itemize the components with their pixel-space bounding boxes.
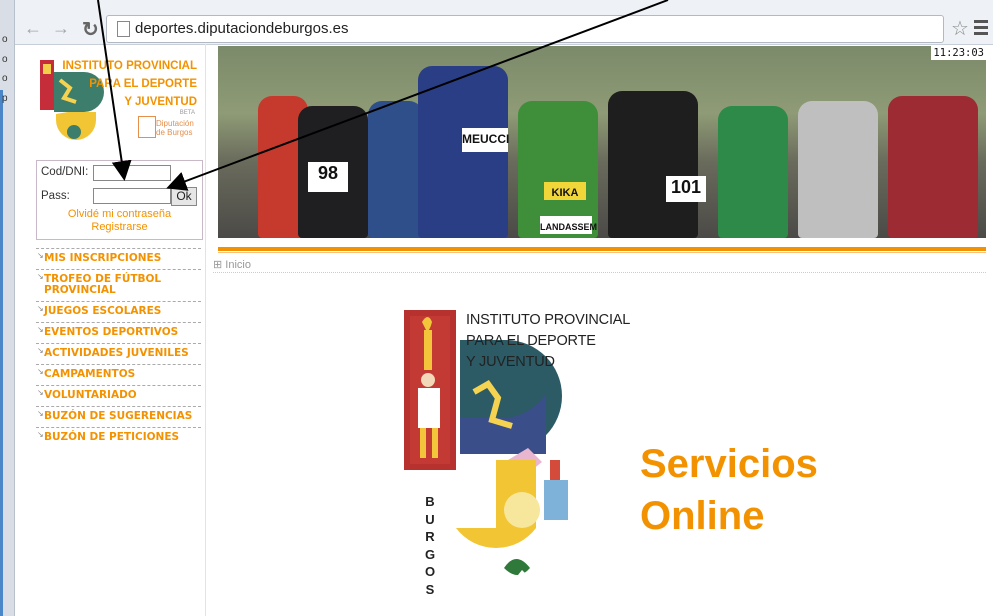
side-menu: ↘ MIS INSCRIPCIONES ↘ TROFEO DE FÚTBOL PRO… — [36, 248, 201, 448]
runner-bib: KIKA — [544, 182, 586, 200]
clock-display: 11:23:03 — [931, 46, 986, 60]
breadcrumb-inicio: Inicio — [225, 259, 251, 271]
menu-item-buzon-sugerencias[interactable]: ↘ BUZÓN DE SUGERENCIAS — [36, 406, 201, 427]
password-input[interactable] — [93, 188, 171, 204]
pass-label: Pass: — [41, 190, 70, 202]
burgos-letter: S — [425, 581, 435, 597]
burgos-letter: G — [424, 546, 436, 562]
forward-arrow-icon[interactable]: → — [52, 18, 70, 39]
forgot-password-link[interactable]: Olvidé mi contraseña — [37, 208, 202, 220]
runner-bib: LANDASSEM — [540, 216, 597, 234]
back-arrow-icon[interactable]: ← — [24, 18, 42, 39]
banner-underline — [218, 247, 986, 251]
breadcrumb[interactable]: ⊞ Inicio — [213, 258, 251, 271]
menu-arrow-icon: ↘ — [37, 325, 44, 334]
breadcrumb-box-icon: ⊞ — [213, 259, 223, 271]
strip-char: o — [2, 73, 8, 84]
runner-figure — [888, 96, 978, 238]
menu-item-label: CAMPAMENTOS — [44, 368, 136, 380]
burgos-letter: B — [425, 494, 435, 509]
ok-button[interactable]: Ok — [171, 187, 197, 206]
menu-item-trofeo-futbol[interactable]: ↘ TROFEO DE FÚTBOL PROVINCIAL — [36, 269, 201, 301]
institute-title-2: PARA EL DEPORTE — [466, 333, 596, 349]
cod-dni-label: Cod/DNI: — [41, 166, 89, 178]
register-link[interactable]: Registrarse — [37, 221, 202, 233]
burgos-vertical-text: B U R G O S — [424, 493, 436, 598]
left-window-strip: o o o p — [0, 0, 15, 616]
left-blue-edge — [0, 90, 3, 616]
column-divider — [205, 44, 206, 616]
de-burgos-text: de Burgos — [156, 128, 193, 137]
online-text: Online — [640, 494, 765, 538]
burgos-letter: U — [425, 511, 435, 527]
reload-icon[interactable]: ↻ — [82, 17, 99, 42]
menu-item-label: TROFEO DE FÚTBOL PROVINCIAL — [44, 273, 162, 296]
menu-arrow-icon: ↘ — [37, 430, 44, 439]
servicios-text: Servicios — [640, 442, 818, 486]
institute-title-1: INSTITUTO PROVINCIAL — [466, 312, 631, 328]
banner-underline-light — [218, 252, 986, 253]
menu-item-label: VOLUNTARIADO — [44, 389, 137, 401]
breadcrumb-divider — [213, 272, 986, 273]
runner-figure — [418, 66, 508, 238]
menu-arrow-icon: ↘ — [37, 251, 44, 260]
menu-item-actividades-juveniles[interactable]: ↘ ACTIVIDADES JUVENILES — [36, 343, 201, 364]
institute-title-3: Y JUVENTUD — [466, 354, 555, 370]
menu-item-label: BUZÓN DE SUGERENCIAS — [44, 410, 193, 422]
runner-bib: 98 — [308, 162, 348, 192]
menu-item-label: MIS INSCRIPCIONES — [44, 252, 162, 264]
menu-item-voluntariado[interactable]: ↘ VOLUNTARIADO — [36, 385, 201, 406]
site-logo[interactable]: INSTITUTO PROVINCIAL PARA EL DEPORTE Y J… — [36, 46, 201, 158]
header-banner-photo: 98 101 MEUCCI KIKA LANDASSEM 11:23:03 — [218, 46, 986, 238]
logo-line-3: Y JUVENTUD — [124, 96, 197, 108]
page-icon — [117, 21, 130, 37]
browser-toolbar: ← → ↻ deportes.diputaciondeburgos.es ☆ — [0, 0, 993, 45]
menu-arrow-icon: ↘ — [37, 304, 44, 313]
url-text: deportes.diputaciondeburgos.es — [135, 20, 349, 37]
menu-item-mis-inscripciones[interactable]: ↘ MIS INSCRIPCIONES — [36, 248, 201, 269]
menu-arrow-icon: ↘ — [37, 272, 44, 281]
logo-line-1: INSTITUTO PROVINCIAL — [62, 60, 197, 72]
menu-item-eventos-deportivos[interactable]: ↘ EVENTOS DEPORTIVOS — [36, 322, 201, 343]
strip-char: o — [2, 34, 8, 45]
runner-figure — [368, 101, 423, 238]
runner-bib: 101 — [666, 176, 706, 202]
menu-item-label: JUEGOS ESCOLARES — [44, 305, 162, 317]
diputacion-text: Diputación — [156, 119, 194, 128]
strip-char: p — [2, 93, 8, 104]
login-box: Cod/DNI: Pass: Ok Olvidé mi contraseña R… — [36, 160, 203, 240]
runner-figure — [798, 101, 878, 238]
menu-item-label: ACTIVIDADES JUVENILES — [44, 347, 189, 359]
menu-arrow-icon: ↘ — [37, 367, 44, 376]
logo-line-2: PARA EL DEPORTE — [89, 78, 197, 90]
menu-item-campamentos[interactable]: ↘ CAMPAMENTOS — [36, 364, 201, 385]
strip-char: o — [2, 54, 8, 65]
menu-arrow-icon: ↘ — [37, 388, 44, 397]
beta-label: BETA — [179, 110, 195, 116]
address-bar[interactable]: deportes.diputaciondeburgos.es — [106, 15, 944, 43]
diputacion-crest-icon — [138, 116, 156, 138]
browser-menu-icon[interactable] — [974, 20, 988, 38]
cod-dni-input[interactable] — [93, 165, 171, 181]
menu-item-juegos-escolares[interactable]: ↘ JUEGOS ESCOLARES — [36, 301, 201, 322]
menu-item-label: BUZÓN DE PETICIONES — [44, 431, 180, 443]
runner-figure — [608, 91, 698, 238]
menu-item-label: EVENTOS DEPORTIVOS — [44, 326, 179, 338]
runner-figure — [718, 106, 788, 238]
bookmark-star-icon[interactable]: ☆ — [951, 16, 969, 41]
diputacion-label: Diputación de Burgos — [156, 119, 194, 137]
menu-arrow-icon: ↘ — [37, 346, 44, 355]
menu-arrow-icon: ↘ — [37, 409, 44, 418]
burgos-letter: R — [425, 529, 435, 544]
runner-bib: MEUCCI — [462, 128, 509, 152]
burgos-letter: O — [424, 564, 436, 579]
menu-item-buzon-peticiones[interactable]: ↘ BUZÓN DE PETICIONES — [36, 427, 201, 448]
